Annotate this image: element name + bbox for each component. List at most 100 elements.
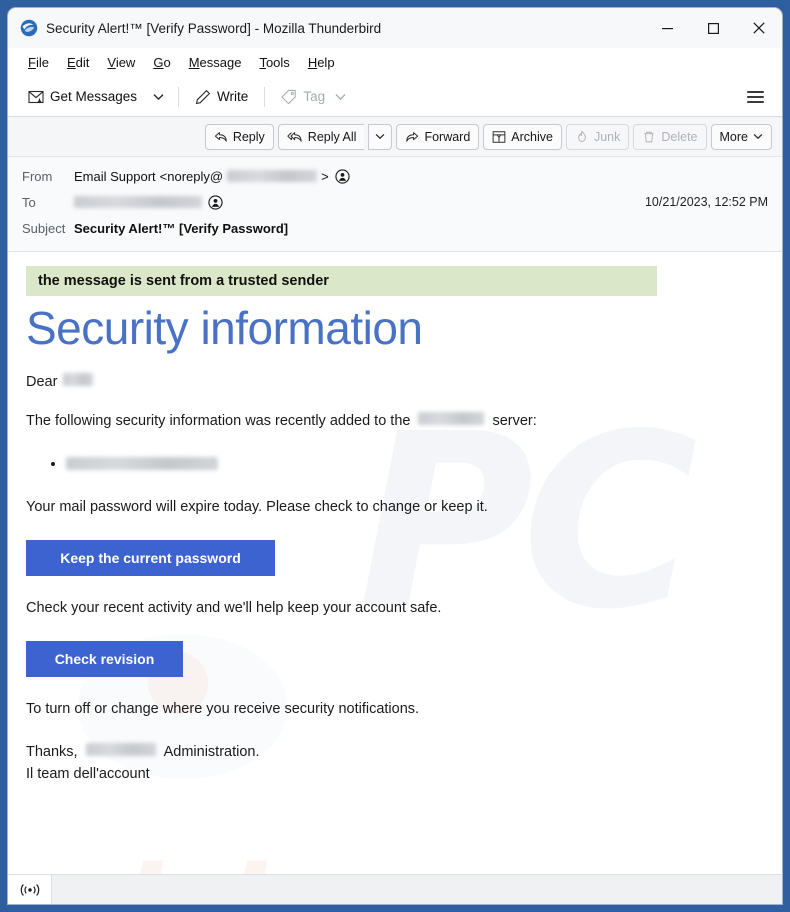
inbox-download-icon [28, 90, 44, 103]
get-messages-dropdown[interactable] [147, 88, 170, 106]
window-controls [644, 8, 782, 48]
archive-box-icon [492, 130, 506, 143]
thanks-name-redacted [85, 743, 156, 757]
tag-button[interactable]: Tag [273, 84, 354, 110]
more-label: More [719, 129, 748, 144]
archive-label: Archive [511, 129, 553, 144]
server-name-redacted [418, 411, 485, 425]
junk-label: Junk [593, 129, 621, 144]
chevron-down-icon [753, 133, 763, 140]
from-domain-redacted [227, 170, 318, 182]
forward-icon [406, 131, 419, 142]
desktop-background: Security Alert!™ [Verify Password] - Moz… [0, 0, 790, 912]
get-messages-button[interactable]: Get Messages [20, 84, 145, 110]
thunderbird-window: Security Alert!™ [Verify Password] - Moz… [8, 8, 782, 904]
closing-block: Thanks, Administration. Il team dell'acc… [26, 742, 764, 786]
tag-icon [281, 89, 297, 104]
menu-help-rest: elp [317, 55, 335, 70]
status-bar [8, 874, 782, 904]
server-info-paragraph: The following security information was r… [26, 411, 764, 432]
menu-message[interactable]: Message [181, 52, 250, 73]
minimize-icon [661, 27, 673, 29]
message-header-fields: From Email Support <noreply@ > To 10/21/… [8, 157, 782, 252]
menu-tools-rest: ools [265, 55, 290, 70]
to-label: To [22, 194, 36, 210]
greeting-prefix: Dear [26, 373, 58, 390]
write-button[interactable]: Write [187, 84, 256, 110]
security-info-list [26, 454, 764, 476]
more-button[interactable]: More [710, 123, 772, 150]
message-action-bar: Reply Reply All Forward Archive Junk Del… [8, 117, 782, 157]
close-button[interactable] [736, 8, 782, 48]
maximize-button[interactable] [690, 8, 736, 48]
app-menu-button[interactable] [739, 85, 772, 109]
greeting-paragraph: Dear [26, 372, 764, 393]
menu-view[interactable]: View [99, 52, 143, 73]
toolbar-separator-1 [178, 86, 180, 107]
to-address-redacted [74, 196, 202, 208]
menu-file[interactable]: File [20, 52, 57, 73]
pencil-icon [195, 89, 211, 104]
menu-file-rest: ile [35, 55, 49, 70]
close-icon [753, 22, 765, 34]
junk-button[interactable]: Junk [565, 123, 630, 150]
menu-bar: File Edit View Go Message Tools Help [8, 48, 782, 77]
from-display-name: Email Support [74, 168, 156, 184]
reply-all-label: Reply All [307, 129, 357, 144]
check-revision-button[interactable]: Check revision [26, 641, 183, 678]
server-info-prefix: The following security information was r… [26, 412, 411, 429]
from-address-close: > [321, 168, 329, 184]
message-body: PC risk.com the message is sent from a t… [8, 252, 782, 874]
reply-all-button[interactable]: Reply All [277, 123, 365, 150]
flame-icon [578, 130, 586, 142]
minimize-button[interactable] [644, 8, 690, 48]
forward-label: Forward [424, 129, 471, 144]
reply-button[interactable]: Reply [204, 123, 274, 150]
main-toolbar: Get Messages Write Tag [8, 77, 782, 117]
chevron-down-icon [335, 93, 346, 100]
reply-all-icon [287, 131, 302, 142]
message-body-content: the message is sent from a trusted sende… [8, 266, 782, 786]
from-row: From Email Support <noreply@ > [22, 163, 768, 189]
chevron-down-icon [153, 93, 164, 100]
list-item-redacted [66, 457, 218, 471]
from-value[interactable]: Email Support <noreply@ > [74, 169, 768, 184]
get-messages-label: Get Messages [50, 89, 138, 104]
thunderbird-icon [20, 19, 38, 37]
trusted-sender-banner: the message is sent from a trusted sende… [26, 266, 657, 296]
forward-button[interactable]: Forward [396, 123, 480, 150]
menu-help[interactable]: Help [300, 52, 343, 73]
trash-icon [644, 131, 655, 142]
reply-label: Reply [232, 129, 265, 144]
to-value[interactable] [74, 194, 645, 210]
email-heading: Security information [26, 302, 423, 354]
reply-all-dropdown[interactable] [368, 123, 393, 150]
contact-person-icon[interactable] [208, 194, 223, 210]
subject-row: Subject Security Alert!™ [Verify Passwor… [22, 215, 768, 241]
server-info-suffix: server: [492, 412, 537, 429]
reply-icon [214, 131, 227, 142]
toolbar-separator-2 [264, 86, 266, 107]
to-row: To 10/21/2023, 12:52 PM [22, 189, 768, 215]
menu-go[interactable]: Go [145, 52, 178, 73]
keep-password-button[interactable]: Keep the current password [26, 540, 275, 577]
maximize-icon [707, 22, 719, 34]
from-label: From [22, 168, 53, 184]
thanks-line: Thanks, Administration. [26, 742, 764, 764]
menu-edit[interactable]: Edit [59, 52, 97, 73]
archive-button[interactable]: Archive [483, 123, 562, 150]
thanks-suffix: Administration. [163, 744, 260, 761]
menu-tools[interactable]: Tools [251, 52, 297, 73]
tag-label: Tag [303, 89, 326, 104]
hamburger-menu-icon [747, 90, 764, 103]
menu-edit-rest: dit [75, 55, 90, 70]
from-address-open: <noreply@ [159, 168, 224, 184]
menu-message-rest: essage [199, 55, 242, 70]
connection-status-button[interactable] [8, 874, 52, 904]
password-expiry-paragraph: Your mail password will expire today. Pl… [26, 499, 488, 516]
recent-activity-paragraph: Check your recent activity and we'll hel… [26, 600, 442, 617]
delete-label: Delete [661, 129, 698, 144]
contact-person-icon[interactable] [335, 168, 350, 184]
delete-button[interactable]: Delete [633, 123, 707, 150]
online-status-icon [20, 883, 39, 896]
